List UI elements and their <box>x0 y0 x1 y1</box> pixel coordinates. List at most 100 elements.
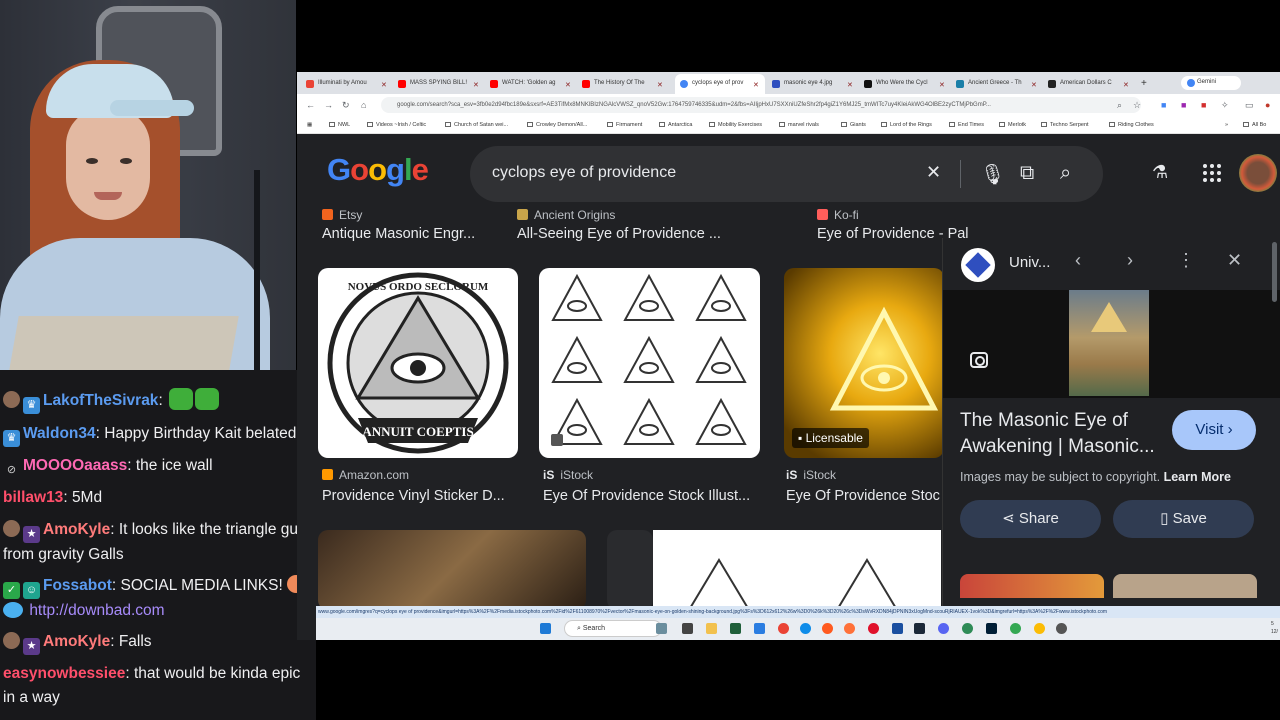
chrome-profile-icon[interactable] <box>1034 623 1045 634</box>
bookmark-folder[interactable]: Mobility Exercises <box>709 122 762 128</box>
browser-tab[interactable]: Illuminati by Amou ✕ <box>301 74 393 94</box>
google-apps-icon[interactable] <box>1203 164 1221 182</box>
result-title[interactable]: Eye Of Providence Stock Illust... <box>543 488 750 504</box>
visit-button[interactable]: Visit › <box>1172 410 1256 450</box>
app-icon[interactable] <box>892 623 903 634</box>
brave-icon[interactable] <box>822 623 833 634</box>
file-explorer-icon[interactable] <box>706 623 717 634</box>
browser-tab[interactable]: American Dollars C ✕ <box>1043 74 1135 94</box>
chat-username[interactable]: easynowbessiee <box>3 665 125 682</box>
gemini-button[interactable]: Gemini <box>1181 76 1241 90</box>
extensions-puzzle-icon[interactable]: ✧ <box>1221 100 1229 111</box>
chat-username[interactable]: Fossabot <box>43 577 112 594</box>
site-name[interactable]: Univ... <box>1009 254 1050 271</box>
camera-lens-icon[interactable]: ⧉ <box>1020 162 1034 185</box>
bookmark-folder[interactable]: Crowley Demon/All... <box>527 122 587 128</box>
labs-flask-icon[interactable]: ⚗ <box>1152 162 1170 182</box>
bookmark-folder[interactable]: Church of Satan wei... <box>445 122 508 128</box>
discord-icon[interactable] <box>938 623 949 634</box>
firefox-icon[interactable] <box>844 623 855 634</box>
bookmark-folder[interactable]: Videos ~Irish / Celtic <box>367 122 426 128</box>
chrome-icon[interactable] <box>778 623 789 634</box>
clear-search-icon[interactable]: ✕ <box>926 162 941 183</box>
close-tab-icon[interactable]: ✕ <box>473 81 479 89</box>
window-icon[interactable]: ▭ <box>1245 100 1254 111</box>
bookmark-folder[interactable]: marvel rivals <box>779 122 819 128</box>
bookmark-folder[interactable]: Antarctica <box>659 122 692 128</box>
chat-username[interactable]: billaw13 <box>3 489 63 506</box>
browser-tab[interactable]: MASS SPYING BILL! ✕ <box>393 74 485 94</box>
save-button[interactable]: ▯ Save <box>1113 500 1254 538</box>
related-image[interactable] <box>960 574 1104 598</box>
app-icon[interactable] <box>962 623 973 634</box>
bookmark-folder[interactable]: End Times <box>949 122 984 128</box>
zoom-icon[interactable]: ⌕ <box>1117 100 1122 111</box>
new-tab-button[interactable]: + <box>1137 74 1153 94</box>
close-icon[interactable]: ✕ <box>1227 250 1242 271</box>
browser-tab[interactable]: Ancient Greece - Th ✕ <box>951 74 1043 94</box>
chat-username[interactable]: MOOOOaaass <box>23 457 127 474</box>
scrollbar[interactable] <box>1272 242 1277 302</box>
chat-username[interactable]: Waldon34 <box>23 425 96 442</box>
forward-icon[interactable]: → <box>324 100 333 110</box>
bookmarks-apps-icon[interactable]: ▦ <box>307 122 312 128</box>
share-button[interactable]: ⋖ Share <box>960 500 1101 538</box>
all-bookmarks-folder[interactable]: All Bo <box>1243 122 1266 128</box>
browser-tab[interactable]: Who Were the Cycl ✕ <box>859 74 951 94</box>
close-tab-icon[interactable]: ✕ <box>847 81 853 89</box>
address-bar[interactable]: google.com/search?sca_esv=3fb0e2d94fbc18… <box>381 97 1141 113</box>
profile-icon[interactable]: ● <box>1265 100 1270 110</box>
previous-icon[interactable]: ‹ <box>1075 250 1081 271</box>
bookmark-folder[interactable]: Firmament <box>607 122 642 128</box>
widget-icon[interactable] <box>656 623 667 634</box>
next-icon[interactable]: › <box>1127 250 1133 271</box>
chat-username[interactable]: LakofTheSivrak <box>43 392 158 409</box>
close-tab-icon[interactable]: ✕ <box>657 81 663 89</box>
chat-username[interactable]: AmoKyle <box>43 521 110 538</box>
back-icon[interactable]: ← <box>306 100 315 110</box>
steam-icon[interactable] <box>914 623 925 634</box>
close-tab-icon[interactable]: ✕ <box>753 81 759 89</box>
account-avatar[interactable] <box>1239 154 1277 192</box>
search-query[interactable]: cyclops eye of providence <box>492 164 676 182</box>
result-image[interactable] <box>607 530 653 610</box>
result-image-eyes[interactable] <box>653 530 941 610</box>
result-image-painting[interactable] <box>318 530 586 610</box>
result-title[interactable]: Antique Masonic Engr... <box>322 226 475 242</box>
browser-tab-active[interactable]: cyclops eye of prov ✕ <box>675 74 765 94</box>
close-tab-icon[interactable]: ✕ <box>1031 81 1037 89</box>
search-icon[interactable]: ⌕ <box>1060 162 1071 185</box>
search-box[interactable]: cyclops eye of providence ✕ 🎙 ⧉ ⌕ <box>470 146 1103 202</box>
windows-start-icon[interactable] <box>540 623 551 634</box>
related-image[interactable] <box>1113 574 1257 598</box>
edge-icon[interactable] <box>800 623 811 634</box>
more-vert-icon[interactable]: ⋮ <box>1177 250 1195 271</box>
taskbar-search[interactable]: ⌕ Search <box>564 620 662 637</box>
chat-link[interactable]: http://downbad.com <box>29 602 164 619</box>
result-title[interactable]: Eye Of Providence Stoc <box>786 488 942 504</box>
browser-tab[interactable]: The History Of The ✕ <box>577 74 669 94</box>
bookmark-folder[interactable]: Merlotk <box>999 122 1026 128</box>
learn-more-link[interactable]: Learn More <box>1164 470 1231 484</box>
extension-icon[interactable]: ■ <box>1201 100 1206 110</box>
result-title[interactable]: Providence Vinyl Sticker D... <box>322 488 505 504</box>
browser-tab[interactable]: WATCH: 'Golden ag ✕ <box>485 74 577 94</box>
system-clock[interactable]: 5 12/ <box>1271 620 1278 636</box>
result-image-grid[interactable] <box>539 268 760 458</box>
close-tab-icon[interactable]: ✕ <box>565 81 571 89</box>
extension-icon[interactable]: ■ <box>1181 100 1186 110</box>
preview-title[interactable]: The Masonic Eye of Awakening | Masonic..… <box>960 408 1170 460</box>
store-icon[interactable] <box>754 623 765 634</box>
opera-icon[interactable] <box>868 623 879 634</box>
bookmark-folder[interactable]: NWL <box>329 122 350 128</box>
extension-icon[interactable]: ■ <box>1161 100 1166 110</box>
microphone-icon[interactable]: 🎙 <box>980 162 1005 187</box>
bookmark-folder[interactable]: Techno Serpent <box>1041 122 1089 128</box>
google-logo[interactable]: Google <box>327 152 429 188</box>
task-view-icon[interactable] <box>682 623 693 634</box>
photoshop-icon[interactable] <box>986 623 997 634</box>
chrome-profile-icon[interactable] <box>1010 623 1021 634</box>
chat-username[interactable]: AmoKyle <box>43 633 110 650</box>
more-bookmarks-icon[interactable]: » <box>1225 122 1228 128</box>
bookmark-folder[interactable]: Lord of the Rings <box>881 122 932 128</box>
